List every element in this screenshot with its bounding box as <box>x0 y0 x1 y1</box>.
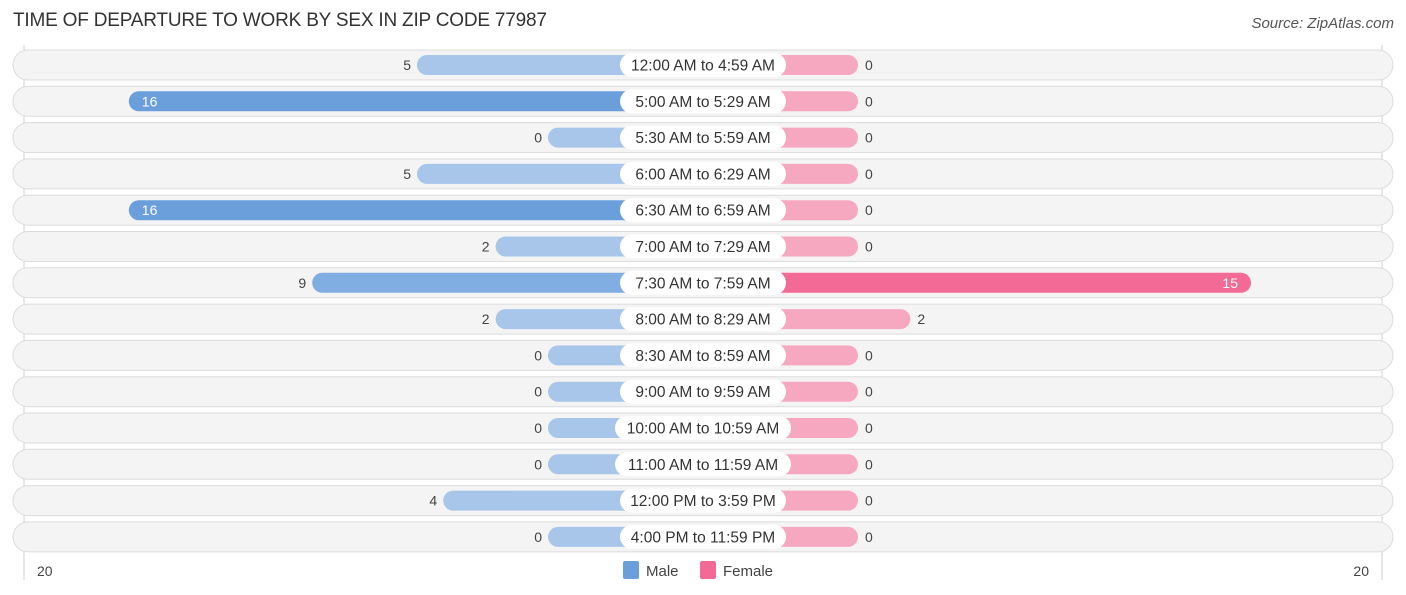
axis-label-left: 20 <box>37 563 53 579</box>
category-row: 6:30 AM to 6:59 AM 16 0 <box>12 194 1394 226</box>
value-label-female: 2 <box>917 311 925 327</box>
category-label: 5:00 AM to 5:29 AM <box>635 94 770 111</box>
category-row: 9:00 AM to 9:59 AM 0 0 <box>12 376 1394 408</box>
value-label-female: 0 <box>865 420 873 436</box>
legend-swatch-male <box>623 561 639 579</box>
value-label-male: 2 <box>482 239 490 255</box>
category-row: 7:30 AM to 7:59 AM 9 15 <box>12 267 1394 299</box>
category-row: 6:00 AM to 6:29 AM 5 0 <box>12 158 1394 190</box>
category-row: 12:00 AM to 4:59 AM 5 0 <box>12 49 1394 81</box>
legend: Male Female <box>623 561 773 580</box>
category-label: 6:00 AM to 6:29 AM <box>635 166 770 183</box>
category-label: 12:00 PM to 3:59 PM <box>630 493 776 510</box>
category-label: 7:00 AM to 7:29 AM <box>635 239 770 256</box>
category-label: 11:00 AM to 11:59 AM <box>628 457 778 474</box>
value-label-female: 15 <box>1222 275 1238 291</box>
category-row: 10:00 AM to 10:59 AM 0 0 <box>12 412 1394 444</box>
value-label-female: 0 <box>865 529 873 545</box>
value-label-female: 0 <box>865 130 873 146</box>
value-label-male: 0 <box>534 529 542 545</box>
category-label: 10:00 AM to 10:59 AM <box>627 421 780 438</box>
category-label: 8:30 AM to 8:59 AM <box>635 348 770 365</box>
category-label: 8:00 AM to 8:29 AM <box>635 312 770 329</box>
rows-layer: 12:00 AM to 4:59 AM 5 0 5:00 AM to 5:29 AM 1… <box>12 49 1394 553</box>
category-row: 5:00 AM to 5:29 AM 16 0 <box>12 85 1394 117</box>
bar-male[interactable] <box>128 91 704 112</box>
category-label: 6:30 AM to 6:59 AM <box>635 203 770 220</box>
legend-label-female: Female <box>723 563 773 580</box>
value-label-male: 0 <box>534 347 542 363</box>
value-label-female: 0 <box>865 456 873 472</box>
value-label-female: 0 <box>865 166 873 182</box>
value-label-male: 0 <box>534 420 542 436</box>
category-row: 8:00 AM to 8:29 AM 2 2 <box>12 303 1394 335</box>
category-label: 5:30 AM to 5:59 AM <box>635 130 770 147</box>
value-label-male: 0 <box>534 456 542 472</box>
value-label-female: 0 <box>865 57 873 73</box>
category-label: 7:30 AM to 7:59 AM <box>635 275 770 292</box>
legend-swatch-female <box>700 561 716 579</box>
legend-label-male: Male <box>646 563 679 580</box>
value-label-female: 0 <box>865 384 873 400</box>
value-label-female: 0 <box>865 239 873 255</box>
value-label-female: 0 <box>865 493 873 509</box>
category-row: 5:30 AM to 5:59 AM 0 0 <box>12 122 1394 154</box>
value-label-female: 0 <box>865 202 873 218</box>
value-label-male: 16 <box>142 93 158 109</box>
diverging-bar-chart: 12:00 AM to 4:59 AM 5 0 5:00 AM to 5:29 AM 1… <box>12 45 1394 580</box>
category-label: 12:00 AM to 4:59 AM <box>631 58 775 75</box>
category-row: 8:30 AM to 8:59 AM 0 0 <box>12 339 1394 371</box>
axis-label-right: 20 <box>1353 563 1369 579</box>
value-label-male: 9 <box>298 275 306 291</box>
value-label-male: 5 <box>403 57 411 73</box>
category-row: 11:00 AM to 11:59 AM 0 0 <box>12 448 1394 480</box>
value-label-male: 16 <box>142 202 158 218</box>
value-label-male: 5 <box>403 166 411 182</box>
value-label-female: 0 <box>865 347 873 363</box>
category-row: 12:00 PM to 3:59 PM 4 0 <box>12 485 1394 517</box>
value-label-male: 2 <box>482 311 490 327</box>
category-label: 4:00 PM to 11:59 PM <box>631 529 775 546</box>
value-label-male: 0 <box>534 384 542 400</box>
value-label-male: 0 <box>534 130 542 146</box>
category-row: 4:00 PM to 11:59 PM 0 0 <box>12 521 1394 553</box>
category-label: 9:00 AM to 9:59 AM <box>635 384 770 401</box>
bar-male[interactable] <box>128 200 704 221</box>
category-row: 7:00 AM to 7:29 AM 2 0 <box>12 231 1394 262</box>
value-label-female: 0 <box>865 93 873 109</box>
value-label-male: 4 <box>429 493 437 509</box>
